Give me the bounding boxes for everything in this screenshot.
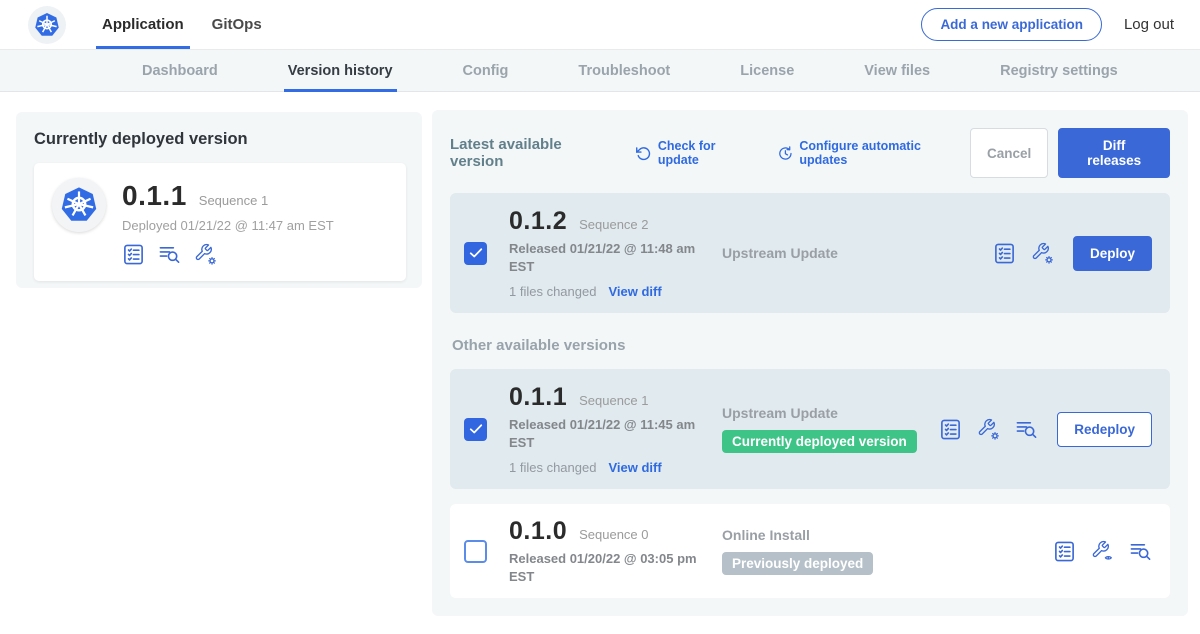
available-versions-panel: Latest available version Check for updat… [432, 110, 1188, 616]
version-source: Upstream Update [722, 405, 939, 421]
version-source: Online Install [722, 527, 1053, 543]
view-diff-link[interactable]: View diff [608, 284, 661, 299]
version-sequence: Sequence 1 [579, 393, 648, 408]
currently-deployed-panel: Currently deployed version 0.1.1 Sequenc… [16, 112, 422, 288]
version-row-0-1-2: 0.1.2 Sequence 2 Released 01/21/22 @ 11:… [450, 193, 1170, 313]
preflight-checklist-icon[interactable] [122, 243, 145, 266]
version-number: 0.1.1 [509, 383, 567, 412]
subnav-version-history[interactable]: Version history [284, 50, 397, 91]
released-timestamp: Released 01/20/22 @ 03:05 pm EST [509, 550, 701, 585]
configure-automatic-updates-link[interactable]: Configure automatic updates [777, 139, 970, 167]
version-checkbox[interactable] [464, 540, 487, 563]
deployed-panel-title: Currently deployed version [34, 130, 406, 149]
logs-icon[interactable] [1129, 540, 1152, 563]
version-sequence: Sequence 0 [579, 527, 648, 542]
released-timestamp: Released 01/21/22 @ 11:45 am EST [509, 416, 701, 451]
kubernetes-logo [28, 6, 66, 44]
config-edit-icon[interactable] [194, 243, 217, 266]
subnav-dashboard[interactable]: Dashboard [138, 50, 222, 91]
other-versions-label: Other available versions [452, 337, 1170, 354]
subnav-config[interactable]: Config [459, 50, 513, 91]
preflight-checklist-icon[interactable] [939, 418, 962, 441]
top-header: Application GitOps Add a new application… [0, 0, 1200, 50]
version-number: 0.1.0 [509, 517, 567, 546]
preflight-checklist-icon[interactable] [993, 242, 1016, 265]
app-tabs: Application GitOps [88, 0, 276, 49]
kubernetes-app-icon [52, 178, 106, 232]
check-for-update-link[interactable]: Check for update [635, 139, 759, 167]
redeploy-button[interactable]: Redeploy [1057, 412, 1152, 447]
deployed-sequence: Sequence 1 [199, 193, 268, 208]
version-row-0-1-1: 0.1.1 Sequence 1 Released 01/21/22 @ 11:… [450, 369, 1170, 489]
auto-update-icon [777, 145, 794, 162]
preflight-checklist-icon[interactable] [1053, 540, 1076, 563]
version-source: Upstream Update [722, 245, 993, 261]
subnav-license[interactable]: License [736, 50, 798, 91]
tab-application[interactable]: Application [88, 0, 198, 49]
subnav-registry-settings[interactable]: Registry settings [996, 50, 1122, 91]
version-row-0-1-0: 0.1.0 Sequence 0 Released 01/20/22 @ 03:… [450, 504, 1170, 598]
logs-icon[interactable] [158, 243, 181, 266]
version-checkbox[interactable] [464, 242, 487, 265]
version-number: 0.1.2 [509, 207, 567, 236]
version-sequence: Sequence 2 [579, 217, 648, 232]
released-timestamp: Released 01/21/22 @ 11:48 am EST [509, 240, 701, 275]
deployed-timestamp: Deployed 01/21/22 @ 11:47 am EST [122, 218, 334, 233]
currently-deployed-badge: Currently deployed version [722, 430, 917, 453]
cancel-button[interactable]: Cancel [970, 128, 1048, 178]
subnav-view-files[interactable]: View files [860, 50, 934, 91]
version-checkbox[interactable] [464, 418, 487, 441]
files-changed-label: 1 files changed [509, 460, 596, 475]
deploy-button[interactable]: Deploy [1073, 236, 1152, 271]
subnav-troubleshoot[interactable]: Troubleshoot [574, 50, 674, 91]
deployed-version-card: 0.1.1 Sequence 1 Deployed 01/21/22 @ 11:… [34, 163, 406, 281]
logout-link[interactable]: Log out [1124, 16, 1174, 33]
config-edit-icon[interactable] [977, 418, 1000, 441]
config-view-icon[interactable] [1091, 540, 1114, 563]
view-diff-link[interactable]: View diff [608, 460, 661, 475]
latest-available-title: Latest available version [450, 136, 617, 170]
add-new-application-button[interactable]: Add a new application [921, 8, 1102, 41]
files-changed-label: 1 files changed [509, 284, 596, 299]
deployed-version-number: 0.1.1 [122, 180, 187, 212]
previously-deployed-badge: Previously deployed [722, 552, 873, 575]
refresh-icon [635, 145, 652, 162]
diff-releases-button[interactable]: Diff releases [1058, 128, 1170, 178]
config-edit-icon[interactable] [1031, 242, 1054, 265]
app-subnav: Dashboard Version history Config Trouble… [0, 50, 1200, 92]
tab-gitops[interactable]: GitOps [198, 0, 276, 49]
logs-icon[interactable] [1015, 418, 1038, 441]
